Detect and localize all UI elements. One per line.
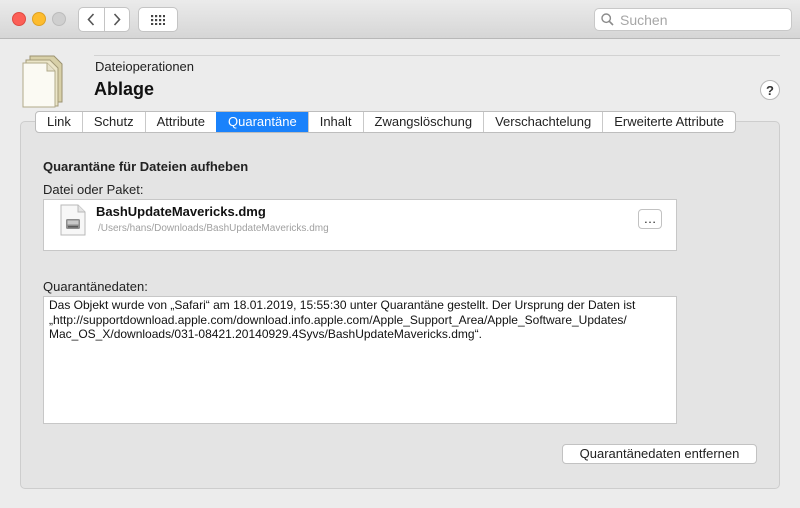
pane-subtitle: Dateioperationen	[95, 59, 195, 74]
chevron-left-icon	[87, 13, 95, 26]
zoom-window-button	[52, 12, 66, 26]
search-icon	[601, 13, 614, 26]
title-bar	[0, 0, 800, 39]
minimize-window-button[interactable]	[32, 12, 46, 26]
tab-erweiterte-attribute[interactable]: Erweiterte Attribute	[602, 112, 735, 132]
section-title: Quarantäne für Dateien aufheben	[43, 159, 249, 174]
chevron-right-icon	[113, 13, 121, 26]
remove-quarantine-button[interactable]: Quarantänedaten entfernen	[562, 444, 757, 464]
header-divider	[94, 55, 780, 56]
back-button[interactable]	[79, 8, 104, 31]
file-path: /Users/hans/Downloads/BashUpdateMaverick…	[98, 223, 329, 234]
tab-link[interactable]: Link	[36, 112, 82, 132]
browse-button[interactable]: …	[638, 209, 662, 229]
file-name: BashUpdateMavericks.dmg	[96, 204, 266, 219]
document-stack-icon	[22, 55, 63, 108]
file-drop-area[interactable]: BashUpdateMavericks.dmg /Users/hans/Down…	[43, 199, 677, 251]
tab-inhalt[interactable]: Inhalt	[307, 112, 363, 132]
disk-image-icon	[60, 204, 86, 236]
search-field[interactable]	[594, 8, 792, 31]
quarantine-data-text[interactable]: Das Objekt wurde von „Safari“ am 18.01.2…	[43, 296, 677, 424]
pane-title: Ablage	[94, 79, 155, 99]
quarantine-data-label: Quarantänedaten:	[43, 279, 148, 294]
search-input[interactable]	[618, 10, 782, 29]
tab-zwangsloeschung[interactable]: Zwangslöschung	[362, 112, 484, 132]
forward-button[interactable]	[103, 8, 130, 31]
grid-icon	[151, 14, 165, 25]
help-button[interactable]: ?	[760, 80, 780, 100]
tab-schutz[interactable]: Schutz	[81, 112, 145, 132]
tab-bar: Link Schutz Attribute Quarantäne Inhalt …	[35, 111, 737, 133]
tab-verschachtelung[interactable]: Verschachtelung	[483, 112, 602, 132]
tab-attribute[interactable]: Attribute	[144, 112, 216, 132]
tab-quarantaene[interactable]: Quarantäne	[216, 112, 308, 132]
show-all-button[interactable]	[138, 7, 178, 32]
close-window-button[interactable]	[12, 12, 26, 26]
file-label: Datei oder Paket:	[43, 182, 144, 197]
navigation-buttons	[78, 7, 130, 32]
